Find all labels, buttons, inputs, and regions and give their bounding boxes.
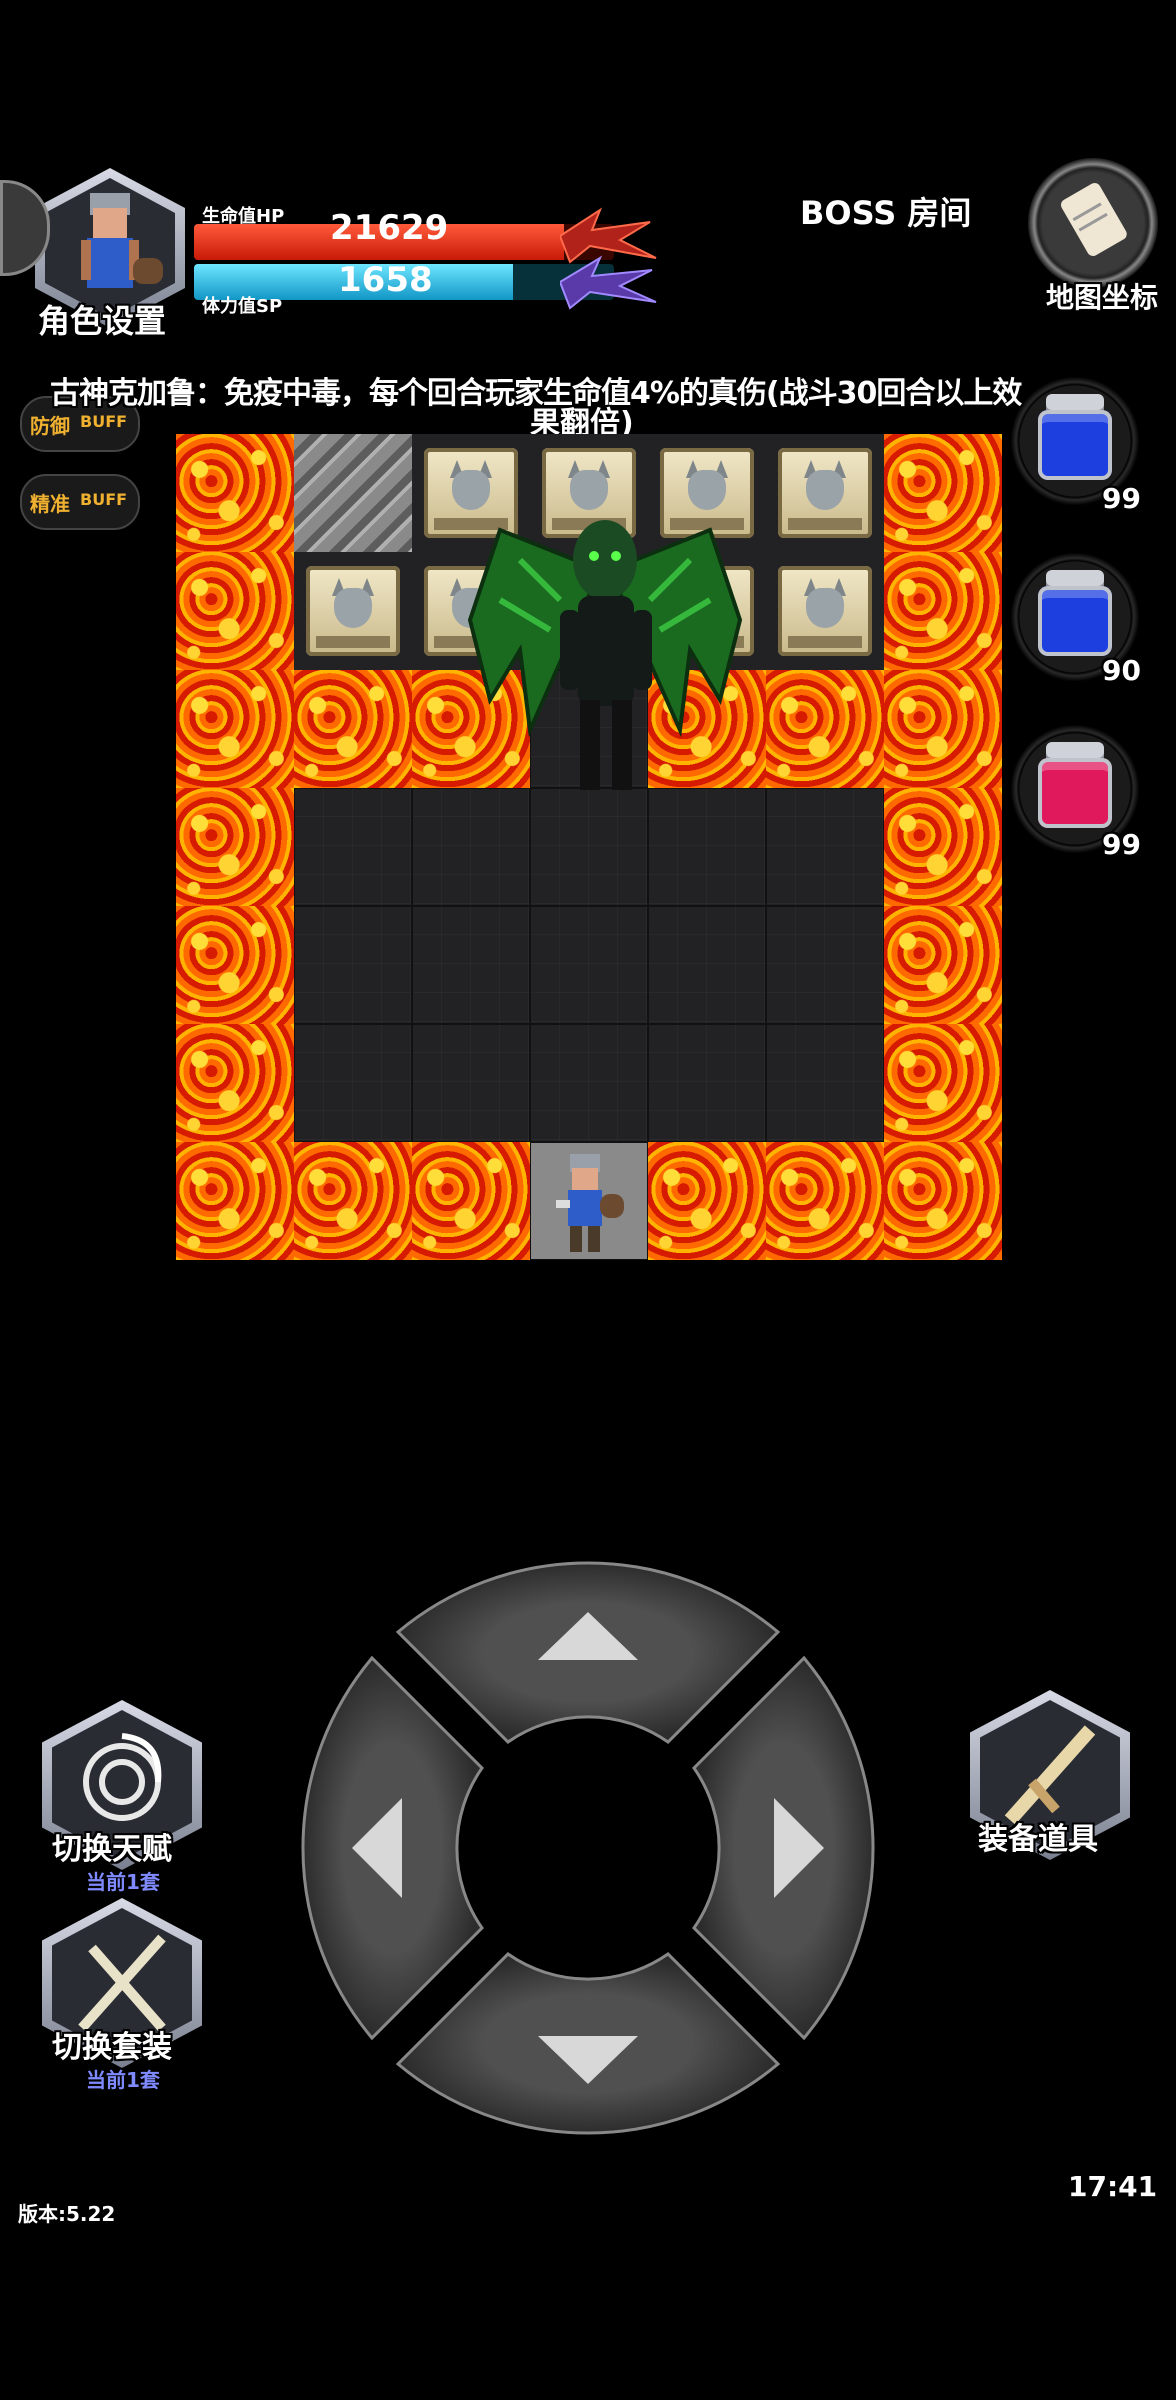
hp-value: 21629 bbox=[330, 208, 449, 248]
dpad-left-button[interactable] bbox=[301, 1655, 484, 2041]
accuracy-buff-badge[interactable]: 精准 BUFF bbox=[20, 474, 140, 530]
potion-1[interactable]: 99 bbox=[1010, 376, 1141, 515]
wolf-statue-tile bbox=[766, 434, 884, 552]
floor-tile bbox=[294, 788, 412, 906]
lava-tile bbox=[766, 670, 884, 788]
floor-tile bbox=[648, 906, 766, 1024]
floor-tile bbox=[412, 1024, 530, 1142]
dpad-right-button[interactable] bbox=[692, 1655, 875, 2041]
switch-outfit-sub: 当前1套 bbox=[86, 2068, 160, 2092]
potion-3[interactable]: 99 bbox=[1010, 724, 1141, 861]
clock-time: 17:41 bbox=[1068, 2170, 1158, 2203]
switch-talent-label: 切换天赋 bbox=[52, 1832, 172, 1867]
floor-tile bbox=[766, 788, 884, 906]
defense-buff-label: 防御 bbox=[30, 414, 70, 438]
switch-talent-button[interactable]: 切换天赋 当前1套 bbox=[38, 1700, 208, 1896]
lava-tile bbox=[176, 670, 294, 788]
dpad bbox=[292, 1550, 884, 2146]
wolf-plaque bbox=[778, 566, 872, 656]
accuracy-buff-tag: BUFF bbox=[80, 490, 128, 509]
sp-value: 1658 bbox=[338, 260, 433, 300]
lava-tile bbox=[884, 434, 1002, 552]
lava-tile bbox=[412, 1142, 530, 1260]
map-coords-button[interactable]: 地图坐标 bbox=[1020, 150, 1176, 320]
lava-tile bbox=[648, 1142, 766, 1260]
potion-3-count: 99 bbox=[1102, 828, 1141, 861]
potion-liquid bbox=[1038, 758, 1112, 828]
character-settings-label: 角色设置 bbox=[38, 302, 167, 340]
lava-tile bbox=[884, 1142, 1002, 1260]
lava-tile bbox=[884, 1024, 1002, 1142]
wolf-plaque bbox=[778, 448, 872, 538]
switch-outfit-label: 切换套装 bbox=[52, 2030, 172, 2065]
lava-tile bbox=[176, 1024, 294, 1142]
dpad-up-button[interactable] bbox=[395, 1561, 781, 1744]
floor-tile bbox=[648, 1024, 766, 1142]
floor-tile bbox=[766, 1024, 884, 1142]
lava-tile bbox=[176, 906, 294, 1024]
lava-tile bbox=[176, 1142, 294, 1260]
map-scroll-icon bbox=[1028, 158, 1158, 288]
floor-tile bbox=[412, 788, 530, 906]
equip-items-label: 装备道具 bbox=[978, 1822, 1098, 1857]
lava-tile bbox=[884, 552, 1002, 670]
potion-liquid bbox=[1038, 410, 1112, 480]
wolf-statue-tile bbox=[766, 552, 884, 670]
potion-liquid bbox=[1038, 586, 1112, 656]
switch-outfit-button[interactable]: 切换套装 当前1套 bbox=[38, 1898, 208, 2094]
character-settings-button[interactable]: 角色设置 bbox=[30, 168, 190, 348]
sp-bar-ornament bbox=[558, 252, 660, 312]
lava-tile bbox=[766, 1142, 884, 1260]
lava-tile bbox=[294, 670, 412, 788]
floor-tile bbox=[766, 906, 884, 1024]
accuracy-buff-label: 精准 bbox=[30, 492, 70, 516]
boss-sprite[interactable] bbox=[460, 500, 750, 800]
floor-tile bbox=[294, 1024, 412, 1142]
floor-tile bbox=[530, 906, 648, 1024]
lava-tile bbox=[884, 670, 1002, 788]
floor-tile bbox=[412, 906, 530, 1024]
equip-items-button[interactable]: 装备道具 bbox=[960, 1690, 1140, 1880]
potion-2-count: 90 bbox=[1102, 654, 1141, 687]
floor-tile bbox=[530, 1024, 648, 1142]
map-coords-label: 地图坐标 bbox=[1046, 281, 1159, 314]
potion-2[interactable]: 90 bbox=[1010, 552, 1141, 687]
lava-tile bbox=[884, 906, 1002, 1024]
lava-tile bbox=[176, 434, 294, 552]
player-sprite[interactable] bbox=[540, 1148, 636, 1258]
potion-1-count: 99 bbox=[1102, 482, 1141, 515]
wolf-statue-tile bbox=[294, 552, 412, 670]
lava-tile bbox=[176, 788, 294, 906]
floor-tile bbox=[530, 788, 648, 906]
dpad-down-button[interactable] bbox=[395, 1952, 781, 2135]
lava-tile bbox=[176, 552, 294, 670]
lava-tile bbox=[294, 1142, 412, 1260]
lava-tile bbox=[884, 788, 1002, 906]
sp-label: 体力值SP bbox=[202, 296, 283, 317]
stairs-tile bbox=[294, 434, 412, 552]
floor-tile bbox=[294, 906, 412, 1024]
version-text: 版本:5.22 bbox=[18, 2202, 116, 2226]
switch-talent-sub: 当前1套 bbox=[86, 1870, 160, 1894]
wolf-plaque bbox=[306, 566, 400, 656]
room-title: BOSS 房间 bbox=[800, 194, 972, 232]
floor-tile bbox=[648, 788, 766, 906]
defense-buff-tag: BUFF bbox=[80, 412, 128, 431]
